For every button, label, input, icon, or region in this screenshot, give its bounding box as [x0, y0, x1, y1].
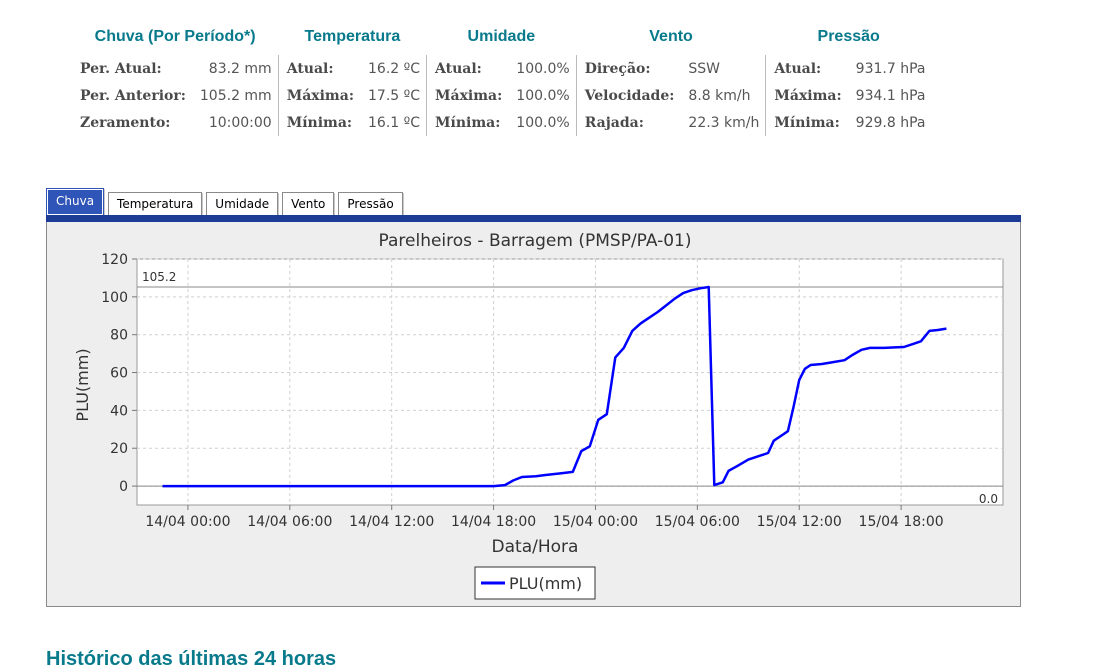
umidade-value: 100.0% — [516, 87, 570, 104]
y-tick-label: 60 — [110, 366, 128, 382]
summary-row: Per. Atual: 83.2 mm Atual: 16.2 ºC Atual… — [72, 55, 931, 82]
y-axis: 0 20 40 60 80 100 120 — [101, 252, 137, 495]
x-axis-label: Data/Hora — [492, 537, 579, 557]
x-axis: 14/04 00:00 14/04 06:00 14/04 12:00 14/04 1… — [145, 505, 944, 530]
pressao-value: 931.7 hPa — [855, 60, 926, 77]
x-tick-label: 15/04 00:00 — [553, 514, 638, 530]
history-heading: Histórico das últimas 24 horas — [46, 648, 337, 670]
x-tick-label: 15/04 06:00 — [655, 514, 740, 530]
y-tick-label: 120 — [101, 252, 128, 268]
tab-panel-bar — [46, 215, 1021, 222]
marker-label-max: 105.2 — [142, 270, 176, 284]
temperatura-label: Atual: — [277, 55, 360, 82]
summary-row: Per. Anterior: 105.2 mm Máxima: 17.5 ºC … — [72, 82, 931, 109]
plot-area — [136, 258, 1004, 506]
x-tick-label: 14/04 00:00 — [145, 514, 230, 530]
y-tick-label: 0 — [119, 479, 128, 495]
tab-temperatura[interactable]: Temperatura — [108, 192, 203, 216]
temperatura-label: Mínima: — [277, 109, 360, 136]
summary-table: Chuva (Por Período*) Temperatura Umidade… — [72, 26, 931, 136]
vento-label: Direção: — [575, 55, 681, 82]
vento-value: 22.3 km/h — [688, 114, 760, 131]
y-axis-label: PLU(mm) — [73, 348, 92, 421]
header-pressao: Pressão — [817, 28, 880, 45]
header-vento: Vento — [649, 28, 693, 45]
tab-pressao[interactable]: Pressão — [338, 192, 403, 216]
pressao-value: 929.8 hPa — [855, 114, 926, 131]
umidade-value: 100.0% — [516, 60, 570, 77]
x-tick-label: 15/04 12:00 — [757, 514, 842, 530]
temperatura-value: 16.2 ºC — [368, 60, 420, 77]
x-tick-label: 14/04 06:00 — [247, 514, 332, 530]
y-tick-label: 40 — [110, 403, 128, 419]
temperatura-value: 16.1 ºC — [368, 114, 420, 131]
header-temperatura: Temperatura — [304, 28, 401, 45]
temperatura-value: 17.5 ºC — [368, 87, 420, 104]
header-chuva: Chuva (Por Período*) — [94, 28, 256, 45]
x-tick-label: 14/04 18:00 — [451, 514, 536, 530]
umidade-value: 100.0% — [516, 114, 570, 131]
chuva-value: 10:00:00 — [208, 114, 272, 131]
y-tick-label: 80 — [110, 328, 128, 344]
pressao-value: 934.1 hPa — [855, 87, 926, 104]
y-tick-label: 20 — [110, 441, 128, 457]
header-umidade: Umidade — [467, 28, 536, 45]
chart-panel: Parelheiros - Barragem (PMSP/PA-01) 105.… — [46, 222, 1021, 607]
chuva-label: Zeramento: — [80, 114, 171, 131]
y-tick-label: 100 — [101, 290, 128, 306]
chart-title: Parelheiros - Barragem (PMSP/PA-01) — [378, 231, 691, 251]
x-tick-label: 15/04 18:00 — [859, 514, 944, 530]
pressao-label: Mínima: — [765, 109, 848, 136]
chuva-label: Per. Atual: — [80, 60, 162, 77]
tab-umidade[interactable]: Umidade — [206, 192, 279, 216]
vento-value: SSW — [688, 60, 721, 77]
chart-tabs: Chuva Temperatura Umidade Vento Pressão — [46, 188, 407, 216]
vento-label: Velocidade: — [575, 82, 681, 109]
x-tick-label: 14/04 12:00 — [349, 514, 434, 530]
umidade-label: Mínima: — [426, 109, 509, 136]
chuva-value: 105.2 mm — [199, 87, 272, 104]
tab-vento[interactable]: Vento — [282, 192, 335, 216]
pressao-label: Máxima: — [765, 82, 848, 109]
vento-value: 8.8 km/h — [688, 87, 751, 104]
umidade-label: Atual: — [426, 55, 509, 82]
legend: PLU(mm) — [474, 566, 596, 600]
station-summary: Chuva (Por Período*) Temperatura Umidade… — [72, 26, 931, 136]
legend-label: PLU(mm) — [509, 574, 582, 593]
chuva-value: 83.2 mm — [208, 60, 272, 77]
chuva-label: Per. Anterior: — [80, 87, 186, 104]
summary-row: Zeramento: 10:00:00 Mínima: 16.1 ºC Míni… — [72, 109, 931, 136]
temperatura-label: Máxima: — [277, 82, 360, 109]
pressao-label: Atual: — [765, 55, 848, 82]
vento-label: Rajada: — [575, 109, 681, 136]
tab-chuva[interactable]: Chuva — [46, 188, 105, 216]
rainfall-chart: Parelheiros - Barragem (PMSP/PA-01) 105.… — [73, 231, 1004, 600]
marker-label-min: 0.0 — [979, 492, 998, 506]
umidade-label: Máxima: — [426, 82, 509, 109]
